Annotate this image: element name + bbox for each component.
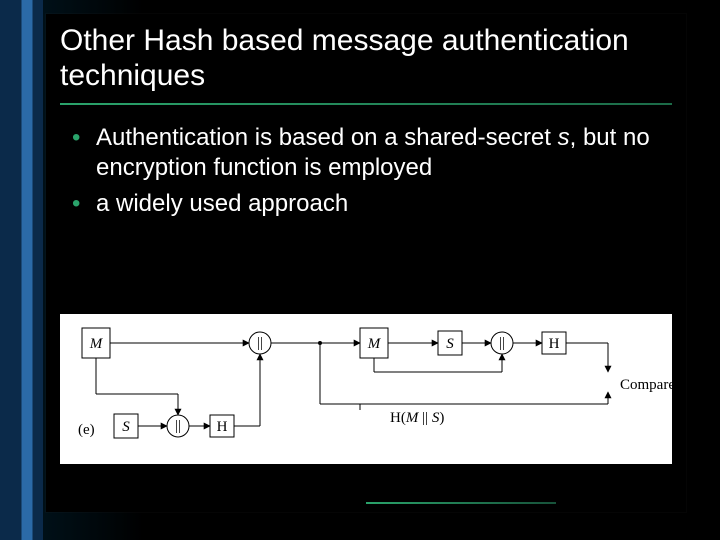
diagram: M (e) S || H || [60,314,672,464]
diagram-svg: M (e) S || H || [60,314,672,464]
bullet-list: Authentication is based on a shared-secr… [68,123,664,219]
label-h-receiver: H [549,336,560,352]
concat-tx-label: || [257,335,263,351]
slide-title: Other Hash based message authentication … [46,14,686,97]
bullet-item: a widely used approach [68,189,664,219]
junction-dot [318,341,322,345]
label-m-receiver: M [367,336,382,352]
compare-label: Compare [620,377,672,393]
slide-body: Authentication is based on a shared-secr… [46,105,686,219]
row-label: (e) [78,422,95,438]
slide: Other Hash based message authentication … [0,0,720,540]
label-s-sender: S [122,419,130,435]
concat-sender-label: || [175,418,181,434]
bullet-text: Authentication is based on a shared-secr… [96,124,558,151]
label-s-receiver: S [446,336,454,352]
concat-receiver-label: || [499,335,505,351]
slide-card: Other Hash based message authentication … [46,14,686,512]
bullet-text: a widely used approach [96,190,348,217]
footer-accent [366,502,556,504]
label-m-sender: M [89,336,104,352]
hash-output-label: H(M || S) [390,410,444,426]
bullet-emph: s [558,124,570,151]
bullet-item: Authentication is based on a shared-secr… [68,123,664,183]
label-h-sender: H [217,419,228,435]
